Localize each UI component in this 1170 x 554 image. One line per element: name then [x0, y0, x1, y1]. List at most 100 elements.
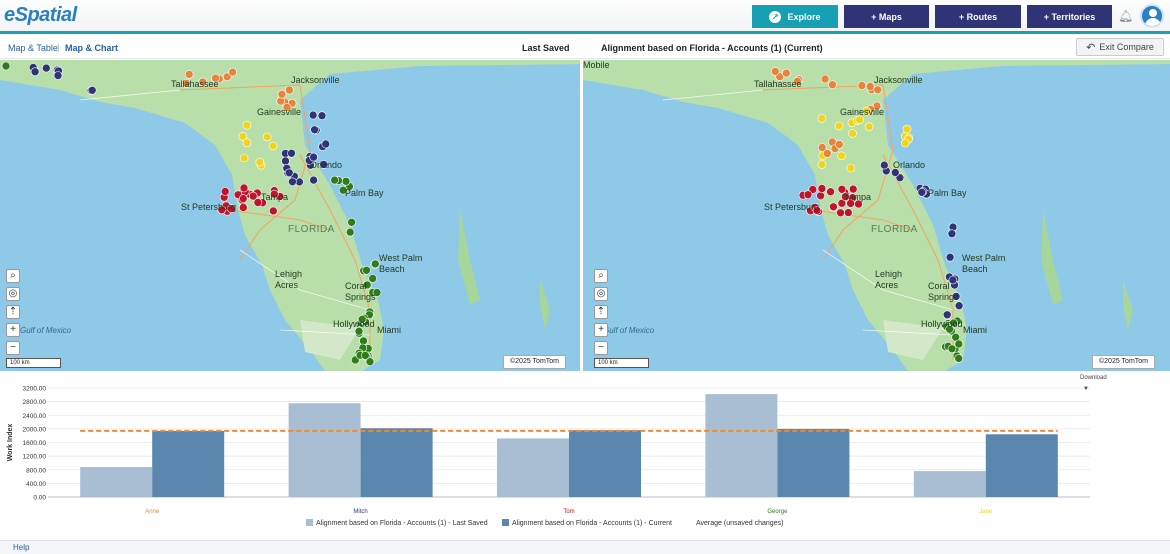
account-point[interactable]	[865, 82, 875, 91]
account-point[interactable]	[837, 151, 846, 161]
account-point[interactable]	[947, 229, 957, 238]
bar-last-saved[interactable]	[705, 394, 778, 497]
bar-last-saved[interactable]	[80, 467, 153, 497]
account-point[interactable]	[359, 336, 368, 346]
right-map[interactable]: Mobile Tallahassee Jacksonville Gainesvi…	[583, 60, 1170, 371]
account-point[interactable]	[87, 85, 97, 95]
compass-button[interactable]: ⇡	[6, 305, 20, 319]
account-point[interactable]	[902, 124, 912, 134]
zoom-out-button[interactable]: −	[6, 341, 20, 355]
account-point[interactable]	[843, 208, 853, 217]
add-routes-button[interactable]: + Routes	[935, 5, 1021, 28]
account-point[interactable]	[220, 187, 230, 196]
compass-button[interactable]: ⇡	[594, 305, 608, 319]
legend-label-average[interactable]: Average (unsaved changes)	[696, 520, 783, 527]
account-point[interactable]	[879, 160, 889, 170]
account-point[interactable]	[945, 252, 955, 262]
account-point[interactable]	[30, 67, 40, 76]
zoom-in-button[interactable]: +	[6, 323, 20, 337]
account-point[interactable]	[834, 121, 844, 131]
account-point[interactable]	[954, 339, 964, 349]
account-point[interactable]	[823, 149, 832, 158]
account-point[interactable]	[782, 68, 791, 78]
account-point[interactable]	[262, 132, 272, 142]
add-territories-button[interactable]: + Territories	[1027, 5, 1112, 28]
account-point[interactable]	[288, 177, 297, 187]
espatial-logo[interactable]: eSpatial	[4, 4, 77, 27]
account-point[interactable]	[239, 203, 248, 212]
map-chart-link[interactable]: Map & Chart	[65, 43, 118, 53]
account-point[interactable]	[345, 227, 355, 237]
account-point[interactable]	[281, 156, 290, 166]
account-point[interactable]	[947, 344, 957, 354]
account-point[interactable]	[321, 139, 331, 149]
account-point[interactable]	[242, 138, 252, 147]
account-point[interactable]	[900, 138, 910, 148]
map-table-link[interactable]: Map & Table	[8, 43, 58, 53]
account-point[interactable]	[53, 71, 63, 80]
download-link[interactable]: Download	[1080, 375, 1107, 381]
account-point[interactable]	[277, 89, 287, 99]
account-point[interactable]	[41, 63, 51, 73]
bar-current[interactable]	[777, 428, 850, 497]
account-point[interactable]	[817, 184, 827, 193]
account-point[interactable]	[287, 149, 296, 158]
bar-current[interactable]	[985, 434, 1058, 497]
account-point[interactable]	[1, 61, 11, 71]
download-menu-arrow[interactable]: ▼	[1083, 386, 1089, 392]
legend-label[interactable]: Alignment based on Florida - Accounts (1…	[316, 520, 488, 527]
account-point[interactable]	[828, 80, 837, 90]
account-point[interactable]	[836, 208, 845, 218]
account-point[interactable]	[239, 153, 249, 163]
account-point[interactable]	[954, 354, 964, 363]
account-point[interactable]	[242, 120, 252, 130]
account-point[interactable]	[864, 122, 874, 131]
zoom-in-button[interactable]: +	[594, 323, 608, 337]
account-point[interactable]	[857, 81, 867, 90]
account-point[interactable]	[268, 206, 278, 216]
account-point[interactable]	[228, 67, 237, 77]
account-point[interactable]	[308, 110, 318, 120]
bar-last-saved[interactable]	[497, 438, 569, 497]
bar-last-saved[interactable]	[913, 471, 986, 497]
account-point[interactable]	[820, 74, 830, 84]
account-point[interactable]	[873, 85, 883, 95]
locate-button[interactable]: ◎	[594, 287, 608, 301]
account-point[interactable]	[803, 190, 813, 199]
account-point[interactable]	[341, 177, 351, 186]
help-link[interactable]: Help	[13, 543, 29, 552]
account-point[interactable]	[942, 310, 952, 320]
account-point[interactable]	[239, 194, 248, 203]
account-point[interactable]	[816, 191, 825, 201]
bell-icon[interactable]: 🔔︎	[1118, 9, 1133, 23]
account-point[interactable]	[817, 114, 827, 123]
zoom-search-button[interactable]: ⌕	[594, 269, 608, 283]
explore-button[interactable]: ➚ Explore	[752, 5, 838, 28]
account-point[interactable]	[285, 85, 294, 95]
user-avatar[interactable]	[1140, 4, 1164, 28]
account-point[interactable]	[826, 187, 835, 196]
account-point[interactable]	[317, 111, 327, 121]
account-point[interactable]	[330, 175, 339, 185]
account-point[interactable]	[310, 125, 319, 135]
account-point[interactable]	[347, 218, 356, 227]
account-point[interactable]	[255, 157, 265, 167]
account-point[interactable]	[846, 163, 856, 173]
bar-current[interactable]	[152, 430, 225, 497]
account-point[interactable]	[309, 175, 318, 185]
account-point[interactable]	[362, 266, 371, 275]
account-point[interactable]	[360, 351, 370, 360]
account-point[interactable]	[917, 188, 927, 197]
account-point[interactable]	[855, 115, 864, 125]
add-maps-button[interactable]: + Maps	[844, 5, 929, 28]
locate-button[interactable]: ◎	[6, 287, 20, 301]
account-point[interactable]	[239, 183, 249, 193]
legend-label[interactable]: Alignment based on Florida - Accounts (1…	[512, 520, 672, 527]
left-map[interactable]: Tallahassee Jacksonville Gainesville Orl…	[0, 60, 580, 371]
account-point[interactable]	[284, 168, 294, 178]
bar-last-saved[interactable]	[288, 403, 361, 497]
account-point[interactable]	[184, 70, 194, 79]
account-point[interactable]	[829, 202, 838, 212]
zoom-out-button[interactable]: −	[594, 341, 608, 355]
account-point[interactable]	[771, 67, 780, 76]
